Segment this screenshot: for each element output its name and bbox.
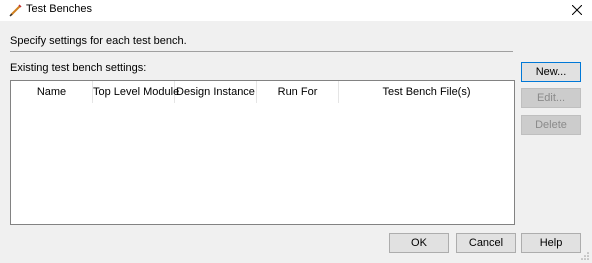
edit-button[interactable]: Edit... — [521, 88, 581, 108]
table-header: Name Top Level Module Design Instance Ru… — [11, 81, 514, 105]
column-header-run-for[interactable]: Run For — [257, 81, 339, 103]
close-button[interactable] — [562, 0, 592, 20]
delete-button[interactable]: Delete — [521, 115, 581, 135]
resize-grip-icon[interactable] — [580, 251, 590, 261]
test-bench-table[interactable]: Name Top Level Module Design Instance Ru… — [10, 80, 515, 225]
close-icon — [572, 5, 582, 15]
ok-button[interactable]: OK — [389, 233, 449, 253]
dialog-body: Specify settings for each test bench. Ex… — [0, 21, 592, 263]
edit-pencil-icon — [9, 4, 22, 17]
description-text: Specify settings for each test bench. — [10, 35, 187, 47]
window-title: Test Benches — [26, 3, 93, 15]
cancel-button[interactable]: Cancel — [456, 233, 516, 253]
help-button[interactable]: Help — [521, 233, 581, 253]
new-button[interactable]: New... — [521, 62, 581, 82]
column-header-name[interactable]: Name — [11, 81, 93, 103]
column-header-test-bench-files[interactable]: Test Bench File(s) — [339, 81, 514, 103]
title-bar: Test Benches — [0, 0, 592, 20]
column-header-design-instance[interactable]: Design Instance — [175, 81, 257, 103]
column-header-top-level-module[interactable]: Top Level Module — [93, 81, 179, 103]
existing-settings-label: Existing test bench settings: — [10, 62, 147, 74]
separator — [10, 51, 513, 52]
